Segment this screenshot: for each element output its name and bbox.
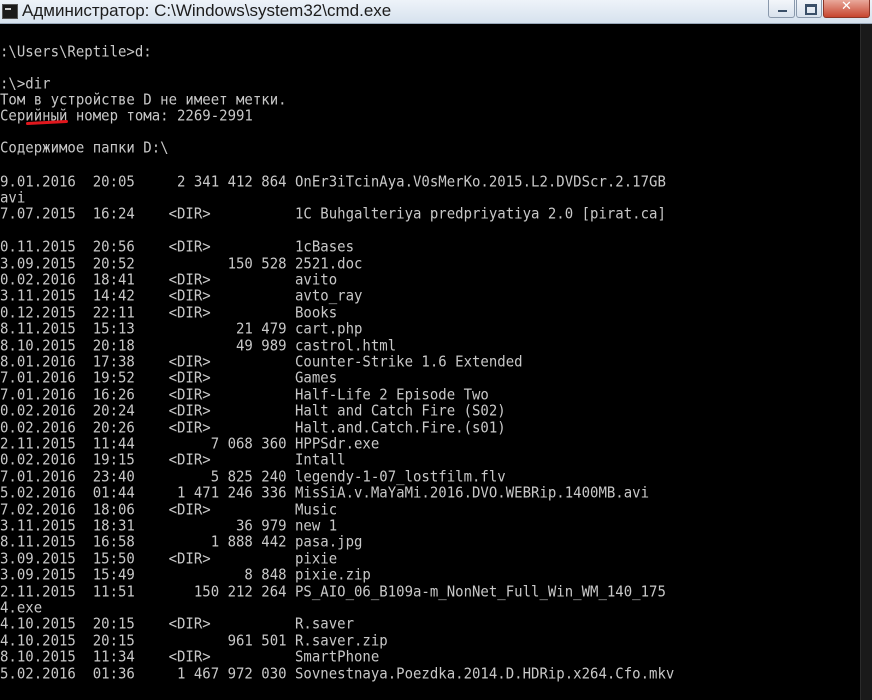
window-title: Администратор: C:\Windows\system32\cmd.e… [22,1,392,20]
directory-entry: 8.11.2015 15:13 21 479 cart.php [0,321,363,338]
directory-entry: 5.02.2016 01:44 1 471 246 336 MisSiA.v.M… [0,485,650,502]
console-line: :\Users\Reptile>d: [0,44,152,61]
title-bar[interactable]: Администратор: C:\Windows\system32\cmd.e… [0,0,872,24]
directory-entry: 4.10.2015 20:15 961 501 R.saver.zip [0,633,388,650]
directory-entry: 3.09.2015 20:52 150 528 2521.doc [0,256,363,273]
directory-entry: 8.01.2016 17:38 <DIR> Counter-Strike 1.6… [0,354,523,371]
directory-entry: 0.02.2016 19:15 <DIR> Intall [0,452,346,469]
directory-entry: 7.07.2015 16:24 <DIR> 1C Buhgalteriya pr… [0,206,666,223]
directory-entry: 0.02.2016 20:26 <DIR> Halt.and.Catch.Fir… [0,420,506,437]
directory-entry: 3.11.2015 14:42 <DIR> avto_ray [0,288,363,305]
cmd-console-icon[interactable] [2,4,18,19]
vertical-scrollbar[interactable] [860,24,872,700]
directory-entry: 7.01.2016 16:26 <DIR> Half-Life 2 Episod… [0,387,489,404]
directory-entry: 7.02.2016 18:06 <DIR> Music [0,502,338,519]
directory-entry: 0.02.2016 18:41 <DIR> avito [0,272,338,289]
console-line: :\>dir [0,76,51,93]
directory-entry: 8.11.2015 16:58 1 888 442 pasa.jpg [0,534,363,551]
maximize-button[interactable] [796,0,822,18]
directory-entry: 8.10.2015 20:18 49 989 castrol.html [0,338,397,355]
console-line: Том в устройстве D не имеет метки. [0,92,287,109]
directory-entry: 0.02.2016 20:24 <DIR> Halt and Catch Fir… [0,403,506,420]
directory-entry: 0.12.2015 22:11 <DIR> Books [0,305,338,322]
directory-entry: 2.11.2015 11:51 150 212 264 PS_AIO_06_B1… [0,584,666,601]
directory-entry: 9.01.2016 20:05 2 341 412 864 OnEr3iTcin… [0,174,666,191]
minimize-button[interactable] [768,0,795,18]
directory-entry: 4.10.2015 20:15 <DIR> R.saver [0,616,355,633]
directory-entry: 8.10.2015 11:34 <DIR> SmartPhone [0,649,380,666]
directory-entry: 5.02.2016 01:36 1 467 972 030 Sovnestnay… [0,666,675,683]
directory-entry: 7.01.2016 19:52 <DIR> Games [0,370,338,387]
directory-entry: 7.01.2016 23:40 5 825 240 legendy-1-07_l… [0,469,506,486]
directory-entry: 2.11.2015 11:44 7 068 360 HPPSdr.exe [0,436,380,453]
directory-entry: 3.11.2015 18:31 36 979 new 1 [0,518,338,535]
close-button[interactable] [823,0,870,18]
console-line: Содержимое папки D:\ [0,140,169,157]
directory-entry: 0.11.2015 20:56 <DIR> 1cBases [0,239,355,256]
console-output[interactable]: :\Users\Reptile>d: :\>dir Том в устройст… [0,24,860,700]
directory-entry: 3.09.2015 15:49 8 848 pixie.zip [0,567,371,584]
directory-entry: avi [0,190,26,207]
directory-entry: 4.exe [0,600,43,617]
directory-entry: 3.09.2015 15:50 <DIR> pixie [0,551,338,568]
